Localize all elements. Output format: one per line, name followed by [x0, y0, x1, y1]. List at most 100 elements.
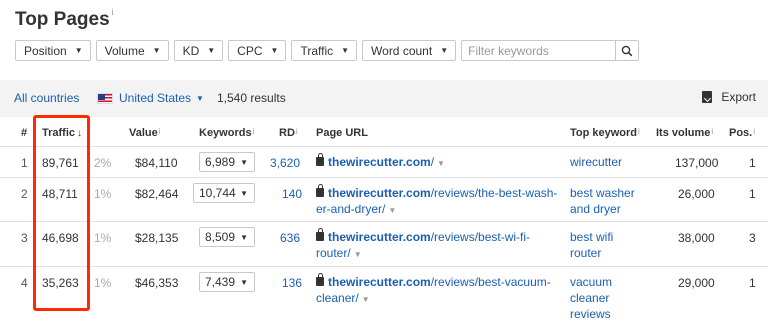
keywords-dropdown[interactable]: 10,744 ▼: [193, 183, 255, 203]
caret-down-icon[interactable]: ▼: [437, 159, 445, 168]
keyword-volume: 26,000: [678, 187, 715, 201]
sort-desc-icon: ↓: [77, 128, 83, 139]
url-path: /reviews/best-wi-fi-: [430, 230, 531, 244]
page-url-link[interactable]: thewirecutter.com/reviews/the-best-wash-…: [316, 184, 566, 219]
referring-domains-link[interactable]: 636: [280, 231, 300, 245]
referring-domains-link[interactable]: 140: [282, 187, 302, 201]
top-keyword-text: best washer: [570, 186, 635, 200]
info-icon[interactable]: i: [753, 127, 755, 136]
caret-down-icon: ▼: [440, 46, 449, 55]
results-count: 1,540 results: [217, 91, 286, 105]
filter-cpc-button[interactable]: CPC ▼: [228, 40, 287, 61]
top-keyword-link[interactable]: best wifi router: [570, 229, 613, 261]
keyword-position: 1: [749, 276, 756, 290]
col-header-number: #: [21, 127, 28, 139]
url-path: /reviews/the-best-wash-: [430, 186, 558, 200]
url-domain: thewirecutter.com: [328, 155, 431, 169]
keywords-dropdown[interactable]: 6,989 ▼: [199, 152, 255, 172]
caret-down-icon: ▼: [74, 46, 83, 55]
traffic-value: 48,711: [42, 187, 78, 201]
filter-position-button[interactable]: Position ▼: [15, 40, 91, 61]
lock-icon: [316, 273, 324, 286]
filter-keywords-input[interactable]: Filter keywords: [461, 40, 616, 61]
keyword-position: 1: [749, 156, 756, 170]
url-path-continued: router/: [316, 246, 351, 260]
referring-domains-link[interactable]: 3,620: [270, 156, 300, 170]
search-button[interactable]: [615, 40, 640, 61]
col-header-label: Pos.: [729, 127, 753, 139]
keywords-dropdown[interactable]: 8,509 ▼: [199, 227, 255, 247]
col-header-volume[interactable]: Its volumei: [656, 127, 713, 139]
top-keyword-text: best wifi: [570, 230, 614, 244]
filter-kd-button[interactable]: KD ▼: [173, 40, 224, 61]
caret-down-icon[interactable]: ▼: [354, 250, 362, 259]
col-header-position[interactable]: Pos.i: [729, 127, 755, 139]
info-icon[interactable]: i: [112, 7, 114, 17]
caret-down-icon: ▼: [240, 188, 248, 198]
top-keyword-link[interactable]: wirecutter: [570, 154, 622, 170]
traffic-value: 46,698: [42, 231, 79, 245]
table-header: # Traffic ↓ Valuei Keywordsi RDi Page URL…: [0, 117, 768, 147]
traffic-share: 1%: [94, 276, 112, 290]
caret-down-icon[interactable]: ▼: [388, 206, 396, 215]
filter-word-count-button[interactable]: Word count ▼: [362, 40, 457, 61]
page-url-link[interactable]: thewirecutter.com/reviews/best-vacuum-cl…: [316, 273, 566, 308]
filter-traffic-button[interactable]: Traffic ▼: [291, 40, 358, 61]
country-selector[interactable]: United States ▼: [97, 91, 204, 105]
keywords-count: 7,439: [205, 275, 236, 289]
all-countries-link[interactable]: All countries: [14, 91, 79, 105]
url-domain: thewirecutter.com: [328, 275, 431, 289]
filter-volume-button[interactable]: Volume ▼: [95, 40, 169, 61]
info-icon[interactable]: i: [159, 127, 161, 136]
filter-label: CPC: [237, 43, 263, 58]
traffic-value: 89,761: [42, 156, 79, 170]
top-keyword-text: reviews: [570, 307, 611, 321]
search-icon: [621, 45, 633, 56]
table-row: 2 48,711 1% $82,464 10,744 ▼ 140 thewirec…: [0, 178, 768, 222]
col-header-label: RD: [279, 127, 295, 139]
table-row: 1 89,761 2% $84,110 6,989 ▼ 3,620 thewire…: [0, 147, 768, 178]
url-path: /reviews/best-vacuum-: [430, 275, 551, 289]
export-label: Export: [721, 90, 756, 104]
lock-icon: [316, 153, 324, 166]
caret-down-icon: ▼: [196, 93, 204, 103]
keywords-dropdown[interactable]: 7,439 ▼: [199, 272, 255, 292]
top-keyword-link[interactable]: vacuum cleaner reviews: [570, 274, 612, 322]
traffic-share: 2%: [94, 156, 112, 170]
top-keyword-text: wirecutter: [570, 155, 623, 169]
url-domain: thewirecutter.com: [328, 186, 431, 200]
top-keyword-link[interactable]: best washer and dryer: [570, 185, 635, 217]
col-header-traffic-label: Traffic: [42, 127, 76, 139]
keyword-volume: 137,000: [675, 156, 719, 170]
filter-label: Traffic: [300, 43, 334, 58]
col-header-keywords[interactable]: Keywordsi: [199, 127, 254, 139]
info-icon[interactable]: i: [711, 127, 713, 136]
filter-bar: Position ▼ Volume ▼ KD ▼ CPC ▼ Traffic ▼ Word…: [15, 40, 640, 61]
info-icon[interactable]: i: [296, 127, 298, 136]
export-icon: [702, 91, 713, 103]
col-header-page-url: Page URL: [316, 127, 368, 139]
filter-label: Volume: [104, 43, 145, 58]
info-icon[interactable]: i: [638, 127, 640, 136]
col-header-label: Top keyword: [570, 127, 638, 139]
keyword-filter: Filter keywords: [461, 40, 640, 61]
keyword-volume: 29,000: [678, 276, 715, 290]
page-url-link[interactable]: thewirecutter.com/reviews/best-wi-fi-rou…: [316, 228, 566, 263]
col-header-top-keyword[interactable]: Top keywordi: [570, 127, 640, 139]
top-keyword-text: cleaner: [570, 291, 610, 305]
info-icon[interactable]: i: [253, 127, 255, 136]
col-header-traffic[interactable]: Traffic ↓: [42, 127, 82, 139]
export-button[interactable]: Export: [702, 90, 756, 104]
url-path-continued: er-and-dryer/: [316, 202, 386, 216]
col-header-label: Keywords: [199, 127, 252, 139]
col-header-label: Value: [129, 127, 158, 139]
caret-down-icon[interactable]: ▼: [362, 295, 370, 304]
page-url-link[interactable]: thewirecutter.com/▼: [316, 153, 566, 172]
caret-down-icon: ▼: [240, 277, 248, 287]
referring-domains-link[interactable]: 136: [282, 276, 302, 290]
col-header-value[interactable]: Valuei: [129, 127, 161, 139]
page-title-text: Top Pages: [15, 9, 110, 30]
col-header-rd[interactable]: RDi: [279, 127, 298, 139]
lock-icon: [316, 228, 324, 241]
traffic-share: 1%: [94, 187, 112, 201]
